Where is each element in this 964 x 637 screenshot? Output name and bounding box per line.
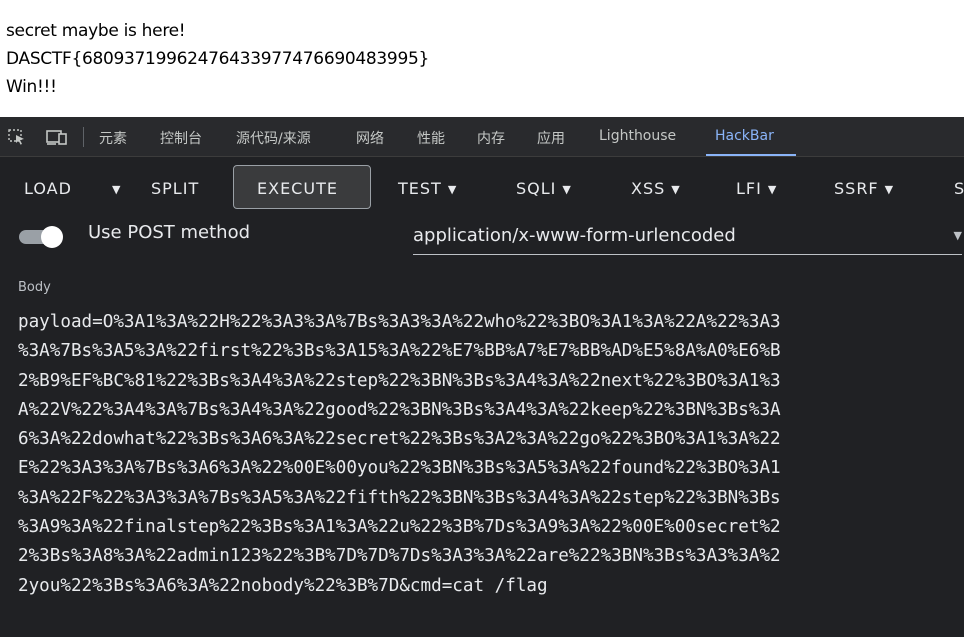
tab-application[interactable]: 应用: [537, 128, 565, 148]
tab-console[interactable]: 控制台: [160, 128, 202, 148]
xss-menu-label: XSS: [631, 179, 666, 198]
body-textarea[interactable]: payload=O%3A1%3A%22H%22%3A3%3A%7Bs%3A3%3…: [18, 308, 964, 601]
page-output-line: secret maybe is here!: [6, 21, 186, 41]
chevron-down-icon: ▼: [767, 183, 778, 196]
body-line: 2%B9%EF%BC%81%22%3Bs%3A4%3A%22step%22%3B…: [18, 370, 781, 391]
lfi-menu-label: LFI: [736, 179, 762, 198]
tab-lighthouse[interactable]: Lighthouse: [599, 128, 676, 144]
body-line: %3A%7Bs%3A5%3A%22first%22%3Bs%3A15%3A%22…: [18, 341, 781, 362]
body-line: 2you%22%3Bs%3A6%3A%22nobody%22%3B%7D&cmd…: [18, 575, 548, 596]
body-line: 2%3Bs%3A8%3A%22admin123%22%3B%7D%7D%7Ds%…: [18, 546, 781, 567]
devtools-panel: 元素 控制台 源代码/来源 网络 性能 内存 应用 Lighthouse Hac…: [0, 117, 964, 637]
post-method-toggle[interactable]: [19, 225, 71, 248]
post-method-label: Use POST method: [88, 222, 251, 243]
execute-button[interactable]: EXECUTE: [257, 179, 338, 198]
tab-sources[interactable]: 源代码/来源: [236, 128, 311, 148]
xss-menu-button[interactable]: XSS ▼: [631, 179, 681, 198]
load-button[interactable]: LOAD: [24, 179, 72, 198]
body-line: payload=O%3A1%3A%22H%22%3A3%3A%7Bs%3A3%3…: [18, 312, 781, 332]
body-label: Body: [18, 280, 51, 295]
body-line: E%22%3A3%3A%7Bs%3A6%3A%22%00E%00you%22%3…: [18, 458, 781, 479]
next-menu-button[interactable]: S: [954, 179, 964, 198]
ssrf-menu-label: SSRF: [834, 179, 879, 198]
body-line: A%22V%22%3A4%3A%7Bs%3A4%3A%22good%22%3BN…: [18, 399, 781, 420]
tab-memory[interactable]: 内存: [477, 128, 505, 148]
tab-hackbar[interactable]: HackBar: [715, 128, 774, 144]
body-line: %3A%22F%22%3A3%3A%7Bs%3A5%3A%22fifth%22%…: [18, 487, 781, 508]
devtools-tabbar: 元素 控制台 源代码/来源 网络 性能 内存 应用 Lighthouse Hac…: [0, 117, 964, 157]
enctype-select[interactable]: application/x-www-form-urlencoded ▼: [413, 225, 962, 255]
hackbar-toolbar: LOAD ▼ SPLIT EXECUTE TEST ▼ SQLI ▼ XSS ▼ LF…: [0, 157, 964, 217]
test-menu-button[interactable]: TEST ▼: [398, 179, 457, 198]
tabbar-divider: [83, 127, 84, 147]
lfi-menu-button[interactable]: LFI ▼: [736, 179, 777, 198]
tab-performance[interactable]: 性能: [417, 128, 445, 148]
sqli-menu-button[interactable]: SQLI ▼: [516, 179, 572, 198]
chevron-down-icon: ▼: [884, 183, 895, 196]
sqli-menu-label: SQLI: [516, 179, 557, 198]
chevron-down-icon: ▼: [112, 183, 122, 196]
chevron-down-icon: ▼: [562, 183, 572, 196]
tab-network[interactable]: 网络: [356, 128, 384, 148]
ssrf-menu-button[interactable]: SSRF ▼: [834, 179, 894, 198]
chevron-down-icon: ▼: [447, 183, 458, 196]
tab-elements[interactable]: 元素: [99, 128, 127, 148]
flag-output-line: DASCTF{68093719962476433977476690483995}: [6, 49, 429, 69]
active-tab-indicator: [706, 154, 796, 156]
body-line: %3A9%3A%22finalstep%22%3Bs%3A1%3A%22u%22…: [18, 517, 781, 538]
page-output: secret maybe is here! DASCTF{68093719962…: [0, 0, 964, 117]
body-line: 6%3A%22dowhat%22%3Bs%3A6%3A%22secret%22%…: [18, 429, 781, 450]
chevron-down-icon: ▼: [671, 183, 681, 196]
load-dropdown-toggle[interactable]: ▼: [106, 179, 121, 198]
inspect-element-icon[interactable]: [8, 129, 26, 145]
enctype-value: application/x-www-form-urlencoded: [413, 225, 736, 246]
split-button[interactable]: SPLIT: [151, 179, 199, 198]
dropdown-arrow-icon: ▼: [953, 229, 962, 242]
toggle-knob: [41, 226, 63, 248]
device-toolbar-icon[interactable]: [46, 129, 67, 145]
page-output-line: Win!!!: [6, 77, 57, 97]
test-menu-label: TEST: [398, 179, 442, 198]
